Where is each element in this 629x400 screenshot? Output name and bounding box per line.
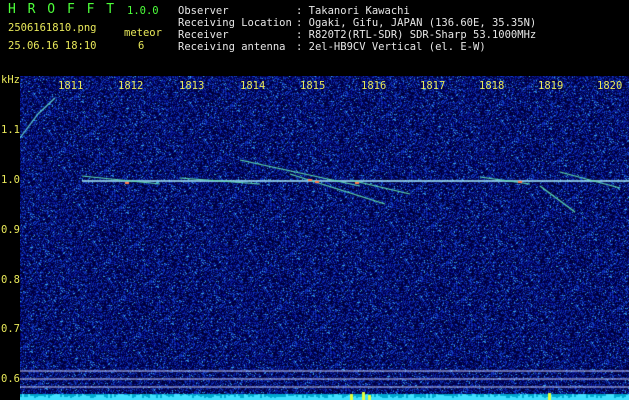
x-tick: 1820 [597,80,623,92]
y-tick: 0.9 [1,224,20,236]
datetime-label: 25.06.16 18:10 [8,40,97,52]
x-tick: 1816 [361,80,387,92]
info-key: Observer [178,5,229,17]
x-tick: 1818 [479,80,505,92]
x-tick: 1819 [538,80,564,92]
y-tick: 1.0 [1,174,20,186]
x-tick: 1813 [179,80,205,92]
info-value: : 2el-HB9CV Vertical (el. E-W) [296,41,486,53]
y-tick: 0.7 [1,323,20,335]
meteor-label: meteor [124,27,162,39]
info-value: : R820T2(RTL-SDR) SDR-Sharp 53.1000MHz [296,29,537,41]
y-tick: 0.8 [1,274,20,286]
x-tick: 1814 [240,80,266,92]
y-tick: 0.6 [1,373,20,385]
info-key: Receiving Location [178,17,292,29]
info-value: : Ogaki, Gifu, JAPAN (136.60E, 35.35N) [296,17,537,29]
info-value: : Takanori Kawachi [296,5,410,17]
info-key: Receiver [178,29,229,41]
x-tick: 1811 [58,80,84,92]
meteor-count: 6 [138,40,145,52]
info-key: Receiving antenna [178,41,286,53]
y-tick: 1.1 [1,124,20,136]
info-antenna: Receiving antenna : 2el-HB9CV Vertical (e… [178,41,486,53]
spectrogram [20,76,629,400]
y-unit-label: kHz [1,74,20,86]
info-observer: Observer : Takanori Kawachi [178,5,410,17]
app-title: H R O F F T [8,2,117,17]
header-panel: H R O F F T 1.0.0 2506161810.png meteor … [0,0,629,74]
info-location: Receiving Location : Ogaki, Gifu, JAPAN (… [178,17,536,29]
x-tick: 1812 [118,80,144,92]
filename-label: 2506161810.png [8,22,97,34]
x-tick: 1817 [420,80,446,92]
info-receiver: Receiver : R820T2(RTL-SDR) SDR-Sharp 53.1… [178,29,536,41]
x-tick: 1815 [300,80,326,92]
app-version: 1.0.0 [127,5,159,17]
